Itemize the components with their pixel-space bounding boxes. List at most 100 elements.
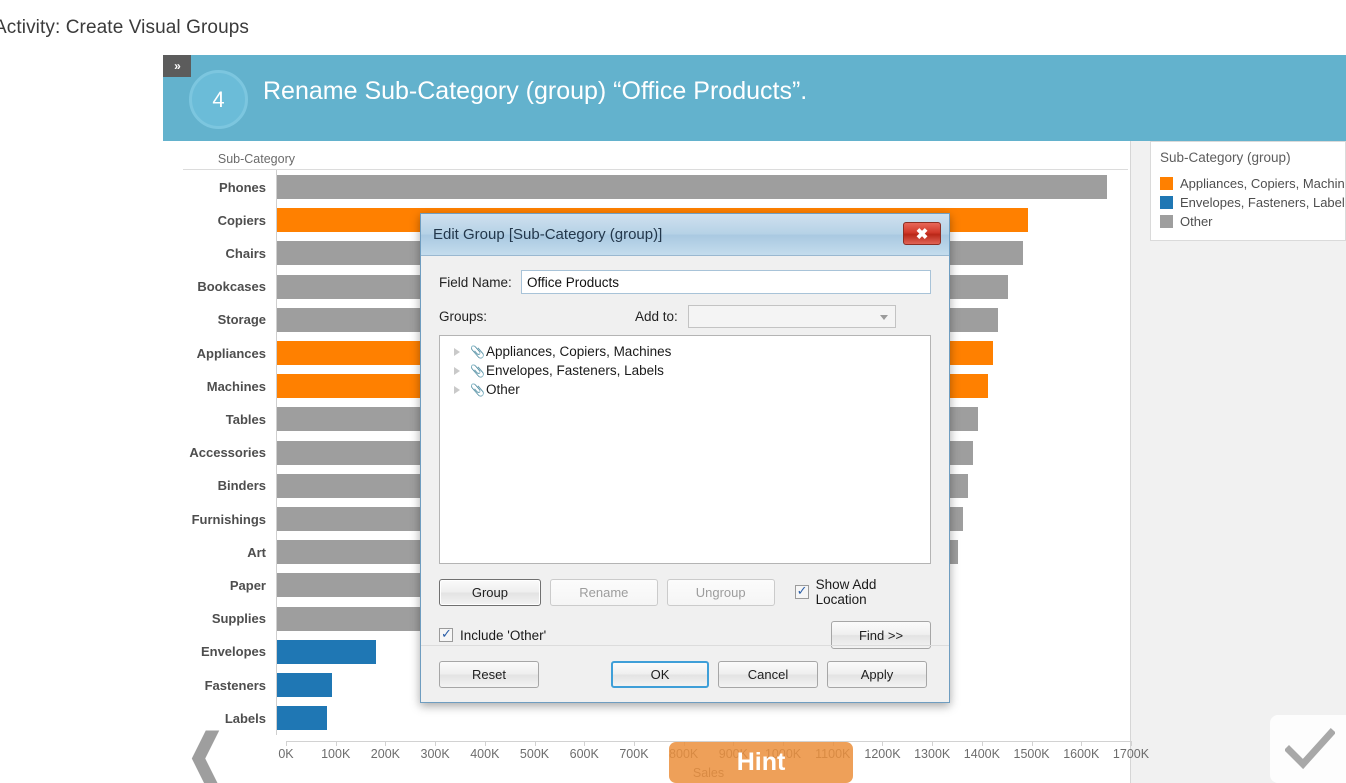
screen-root: Activity: Create Visual Groups » 4 Renam… xyxy=(0,0,1346,783)
bar-category-label: Bookcases xyxy=(197,279,266,295)
x-tick-label: 300K xyxy=(420,747,450,761)
bar-category-label: Supplies xyxy=(211,611,266,627)
x-tick-mark xyxy=(335,741,337,746)
x-tick-label: 0K xyxy=(278,747,294,761)
ok-button[interactable]: OK xyxy=(611,660,709,688)
cancel-button[interactable]: Cancel xyxy=(718,660,818,688)
group-button[interactable]: Group xyxy=(439,578,541,606)
x-tick-label: 600K xyxy=(569,747,599,761)
legend-item[interactable]: Appliances, Copiers, Machines xyxy=(1160,174,1345,193)
x-tick-mark xyxy=(286,741,287,746)
instruction-text: Rename Sub-Category (group) “Office Prod… xyxy=(263,77,808,105)
list-item[interactable]: 📎 Other xyxy=(440,380,930,399)
chevron-right-icon[interactable] xyxy=(454,366,460,375)
bar-category-label: Appliances xyxy=(196,345,266,361)
bar-category-label: Chairs xyxy=(225,245,266,261)
bar-category-label: Tables xyxy=(225,411,266,427)
apply-button[interactable]: Apply xyxy=(827,660,927,688)
paperclip-icon: 📎 xyxy=(470,344,485,359)
add-to-label: Add to: xyxy=(635,309,678,324)
step-number-badge: 4 xyxy=(189,70,248,129)
paperclip-icon: 📎 xyxy=(470,363,485,378)
edit-group-dialog: Edit Group [Sub-Category (group)] ✖ Fiel… xyxy=(420,213,950,703)
bar[interactable] xyxy=(277,673,332,697)
close-icon[interactable]: ✖ xyxy=(903,222,941,245)
groups-row: Groups: Add to: xyxy=(439,305,931,328)
add-to-select[interactable] xyxy=(687,305,896,328)
paperclip-icon: 📎 xyxy=(470,382,485,397)
x-tick-label: 400K xyxy=(470,747,500,761)
legend-label: Other xyxy=(1180,214,1213,229)
legend-swatch xyxy=(1160,196,1173,209)
chevron-right-icon[interactable] xyxy=(454,385,460,394)
group-actions-row: Group Rename Ungroup Show Add Location xyxy=(439,577,931,607)
bar-category-label: Copiers xyxy=(217,212,266,228)
bar-category-label: Fasteners xyxy=(204,677,266,693)
bar-row: Phones xyxy=(163,170,1131,204)
dialog-titlebar[interactable]: Edit Group [Sub-Category (group)] ✖ xyxy=(421,214,949,256)
checkmark-icon[interactable] xyxy=(1270,715,1346,783)
bar-category-label: Phones xyxy=(219,179,266,195)
dialog-title: Edit Group [Sub-Category (group)] xyxy=(433,226,663,243)
x-tick-label: 200K xyxy=(370,747,401,761)
chevron-down-icon xyxy=(879,315,888,320)
legend-item[interactable]: Other xyxy=(1160,212,1345,231)
x-tick-mark xyxy=(534,741,536,746)
bar[interactable] xyxy=(277,639,377,664)
groups-listbox[interactable]: 📎 Appliances, Copiers, Machines 📎 Envelopes… xyxy=(439,335,931,564)
bar[interactable] xyxy=(277,706,327,731)
x-tick-mark xyxy=(1131,741,1132,746)
ungroup-button[interactable]: Ungroup xyxy=(666,578,775,606)
include-other-checkbox[interactable]: Include 'Other' xyxy=(439,626,547,643)
legend-label: Envelopes, Fasteners, Labels xyxy=(1180,195,1346,210)
checkbox-icon xyxy=(439,626,453,642)
chevron-left-icon[interactable]: ❰ xyxy=(178,724,234,783)
show-add-location-label: Show Add Location xyxy=(815,577,877,607)
list-item[interactable]: 📎 Envelopes, Fasteners, Labels xyxy=(440,361,930,380)
rename-button[interactable]: Rename xyxy=(549,578,658,606)
chevron-right-icon[interactable] xyxy=(454,347,460,356)
field-name-input[interactable] xyxy=(521,270,931,294)
show-add-location-checkbox[interactable]: Show Add Location xyxy=(794,577,931,607)
bar-category-label: Storage xyxy=(217,312,266,328)
checkmark-glyph xyxy=(1285,728,1335,770)
x-tick-label: 100K xyxy=(321,747,351,761)
x-tick-mark xyxy=(932,741,934,746)
legend-swatch xyxy=(1160,215,1173,228)
list-item[interactable]: 📎 Appliances, Copiers, Machines xyxy=(440,342,930,361)
x-tick-label: 700K xyxy=(619,747,649,761)
reset-button[interactable]: Reset xyxy=(439,660,539,688)
list-item-label: Envelopes, Fasteners, Labels xyxy=(486,363,664,378)
x-tick-label: 1400K xyxy=(963,747,1000,761)
bar-category-label: Art xyxy=(247,544,266,560)
x-tick-mark xyxy=(484,741,486,746)
bar-row: Labels xyxy=(163,701,1131,736)
x-tick-mark xyxy=(385,741,387,746)
dialog-footer: Reset OK Cancel Apply xyxy=(439,660,931,688)
legend-item[interactable]: Envelopes, Fasteners, Labels xyxy=(1160,193,1345,212)
hint-button[interactable]: Hint xyxy=(669,742,853,783)
y-axis-title: Sub-Category xyxy=(217,152,295,166)
checkbox-icon xyxy=(794,583,809,599)
x-tick-label: 1200K xyxy=(864,747,901,761)
bar-category-label: Envelopes xyxy=(200,644,266,660)
field-name-label: Field Name: xyxy=(439,274,512,290)
x-tick-mark xyxy=(981,741,983,746)
bar-category-label: Paper xyxy=(229,577,266,593)
x-tick-mark xyxy=(435,741,437,746)
double-chevron-right-icon[interactable]: » xyxy=(163,55,191,77)
instruction-banner: » 4 Rename Sub-Category (group) “Office … xyxy=(163,55,1346,141)
groups-label: Groups: xyxy=(439,309,488,324)
dialog-body: Field Name: Groups: Add to: 📎Appliances,… xyxy=(421,256,949,702)
include-other-label: Include 'Other' xyxy=(460,627,547,643)
x-tick-label: 1700K xyxy=(1112,747,1150,761)
footer-separator xyxy=(421,645,949,646)
bar-category-label: Machines xyxy=(206,378,266,394)
bar-category-label: Accessories xyxy=(189,445,266,461)
x-tick-mark xyxy=(882,741,884,746)
legend-swatch xyxy=(1160,177,1173,190)
x-tick-mark xyxy=(584,741,586,746)
bar[interactable] xyxy=(277,175,1108,199)
x-tick-label: 500K xyxy=(519,747,550,761)
group-list: 📎 Appliances, Copiers, Machines 📎 Envelopes… xyxy=(440,342,930,399)
